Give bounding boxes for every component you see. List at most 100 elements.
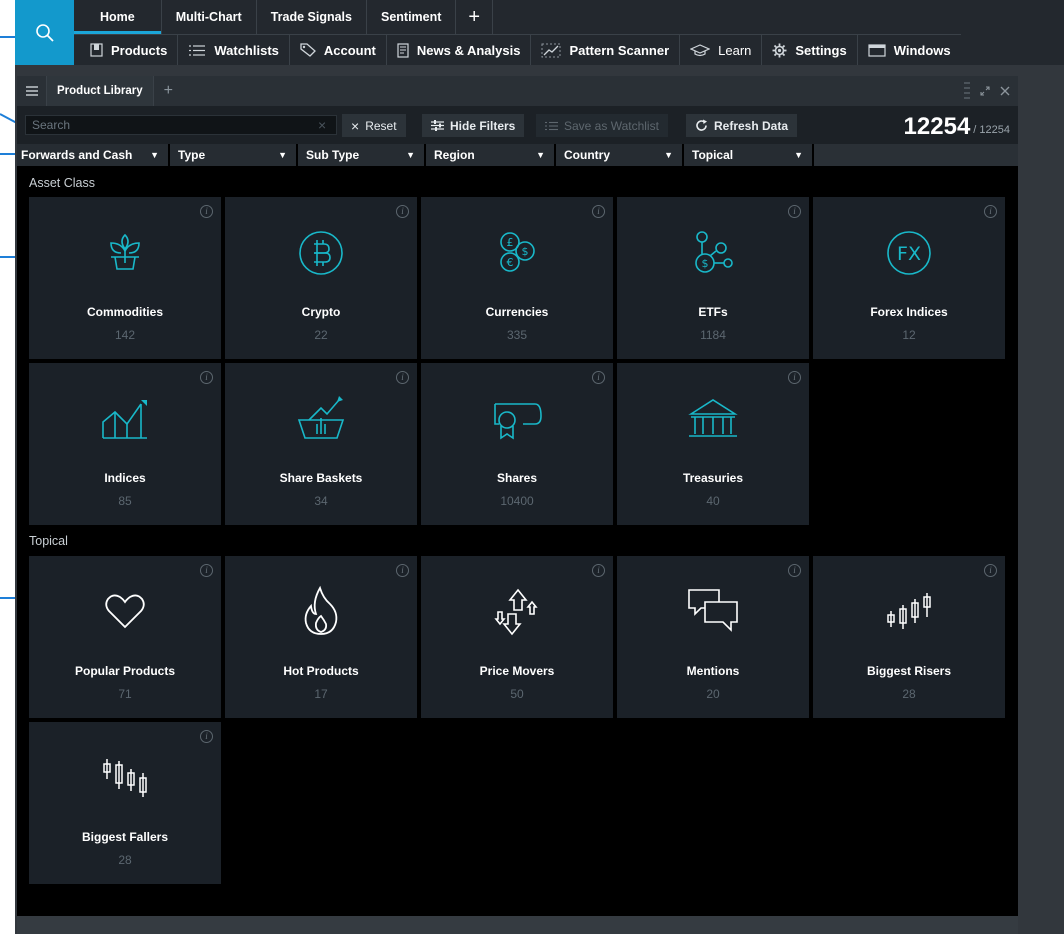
caret-down-icon: ▼ — [150, 150, 159, 160]
info-icon[interactable]: i — [984, 564, 997, 577]
tile-crypto[interactable]: i Crypto 22 — [225, 197, 417, 359]
tile-label: Shares — [496, 471, 538, 485]
info-icon[interactable]: i — [592, 564, 605, 577]
tile-price-movers[interactable]: i Price Movers 50 — [421, 556, 613, 718]
info-icon[interactable]: i — [592, 205, 605, 218]
tile-count: 142 — [114, 328, 136, 342]
app: Home Multi-Chart Trade Signals Sentiment… — [0, 0, 1064, 934]
tab-sentiment[interactable]: Sentiment — [367, 0, 457, 34]
menu-products[interactable]: Products — [74, 35, 179, 65]
info-icon[interactable]: i — [396, 371, 409, 384]
tile-share-baskets[interactable]: i Share Baskets 34 — [225, 363, 417, 525]
tile-count: 71 — [118, 687, 132, 701]
dropdown-country[interactable]: Country ▼ — [556, 144, 684, 166]
tile-indices[interactable]: i Indices 85 — [29, 363, 221, 525]
info-icon[interactable]: i — [396, 564, 409, 577]
tile-currencies[interactable]: i £ $ € Currencies 335 — [421, 197, 613, 359]
add-panel-tab-button[interactable]: + — [154, 76, 183, 106]
info-icon[interactable]: i — [984, 205, 997, 218]
panel-menu-button[interactable] — [17, 76, 47, 106]
refresh-icon — [696, 119, 707, 131]
refresh-data-button[interactable]: Refresh Data — [686, 114, 798, 137]
caret-down-icon: ▼ — [536, 150, 545, 160]
tab-label: Sentiment — [380, 10, 442, 24]
menu-account[interactable]: Account — [290, 35, 387, 65]
tile-biggest-fallers[interactable]: i Biggest Fallers 28 — [29, 722, 221, 884]
tab-multi-chart[interactable]: Multi-Chart — [162, 0, 257, 34]
tile-label: Price Movers — [479, 664, 555, 678]
tile-biggest-risers[interactable]: i Biggest Risers 28 — [813, 556, 1005, 718]
menu-label: Account — [323, 42, 376, 58]
tab-home[interactable]: Home — [74, 0, 162, 34]
info-icon[interactable]: i — [788, 564, 801, 577]
tag-icon — [300, 43, 316, 57]
dropdown-sub-type[interactable]: Sub Type ▼ — [298, 144, 426, 166]
caret-down-icon: ▼ — [794, 150, 803, 160]
menu-pattern-scanner[interactable]: Pattern Scanner — [531, 35, 681, 65]
dropdown-forwards-and-cash[interactable]: Forwards and Cash ▼ — [17, 144, 170, 166]
dropdown-label: Topical — [692, 148, 734, 162]
dropdown-region[interactable]: Region ▼ — [426, 144, 556, 166]
tile-treasuries[interactable]: i Treasuries 40 — [617, 363, 809, 525]
menu-settings[interactable]: Settings — [762, 35, 858, 65]
tile-count: 34 — [314, 494, 328, 508]
tab-label: Home — [100, 10, 135, 24]
tile-shares[interactable]: i Shares 10400 — [421, 363, 613, 525]
tile-popular-products[interactable]: i Popular Products 71 — [29, 556, 221, 718]
info-icon[interactable]: i — [592, 371, 605, 384]
tile-count: 20 — [706, 687, 720, 701]
dropdown-type[interactable]: Type ▼ — [170, 144, 298, 166]
tab-trade-signals[interactable]: Trade Signals — [257, 0, 367, 34]
info-icon[interactable]: i — [200, 564, 213, 577]
menu-learn[interactable]: Learn — [680, 35, 763, 65]
tile-label: Mentions — [686, 664, 740, 678]
menu-windows[interactable]: Windows — [858, 35, 961, 65]
tile-count: 40 — [706, 494, 720, 508]
menu-news-analysis[interactable]: News & Analysis — [387, 35, 532, 65]
top-navigation: Home Multi-Chart Trade Signals Sentiment… — [74, 0, 1064, 65]
tile-label: Crypto — [301, 305, 341, 319]
dropdown-topical[interactable]: Topical ▼ — [684, 144, 814, 166]
workspace-tabs: Home Multi-Chart Trade Signals Sentiment… — [74, 0, 494, 34]
tile-mentions[interactable]: i Mentions 20 — [617, 556, 809, 718]
tile-forex-indices[interactable]: i FX Forex Indices 12 — [813, 197, 1005, 359]
panel-tab-label: Product Library — [57, 85, 143, 97]
tile-hot-products[interactable]: i Hot Products 17 — [225, 556, 417, 718]
reset-button[interactable]: × Reset — [342, 114, 406, 137]
search-icon — [35, 23, 54, 42]
info-icon[interactable]: i — [200, 205, 213, 218]
info-icon[interactable]: i — [788, 371, 801, 384]
menu-watchlists[interactable]: Watchlists — [178, 35, 290, 65]
gear-icon — [772, 43, 787, 57]
tile-count: 50 — [510, 687, 524, 701]
tab-product-library[interactable]: Product Library — [47, 76, 154, 106]
tile-etfs[interactable]: i $ ETFs 1184 — [617, 197, 809, 359]
hide-filters-button[interactable]: Hide Filters — [422, 114, 525, 137]
tile-count: 12 — [902, 328, 916, 342]
close-icon[interactable] — [1000, 86, 1010, 96]
info-icon[interactable]: i — [396, 205, 409, 218]
info-icon[interactable]: i — [788, 205, 801, 218]
search-input[interactable] — [26, 116, 316, 134]
expand-icon[interactable] — [980, 86, 990, 96]
global-search-button[interactable] — [15, 0, 74, 65]
svg-text:FX: FX — [897, 243, 921, 265]
reset-label: Reset — [365, 118, 397, 133]
add-tab-button[interactable]: + — [456, 0, 494, 34]
drag-handle-icon[interactable] — [964, 81, 970, 101]
tab-label: Multi-Chart — [175, 10, 242, 24]
info-icon[interactable]: i — [200, 730, 213, 743]
graduation-cap-icon — [690, 43, 711, 56]
panel-footer — [17, 916, 1018, 934]
tile-commodities[interactable]: i Commodities 142 — [29, 197, 221, 359]
tile-count: 335 — [506, 328, 528, 342]
clear-search-icon[interactable]: × — [318, 117, 326, 133]
total-count: / 12254 — [973, 124, 1010, 136]
info-icon[interactable]: i — [200, 371, 213, 384]
save-as-watchlist-button[interactable]: Save as Watchlist — [536, 114, 668, 137]
filter-toolbar: × × Reset Hide Filters Save as Watchlist… — [17, 106, 1018, 144]
hide-filters-label: Hide Filters — [450, 118, 516, 133]
flame-icon — [304, 585, 338, 635]
dropdown-label: Type — [178, 148, 206, 162]
tile-count: 1184 — [700, 328, 726, 342]
